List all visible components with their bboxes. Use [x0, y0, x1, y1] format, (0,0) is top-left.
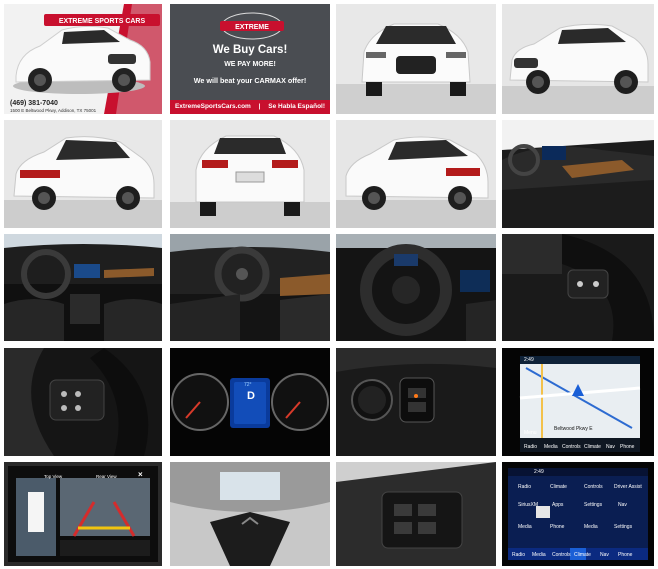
home-app-radio: Radio [518, 484, 532, 490]
home-app-media: Media [518, 524, 532, 530]
ad-separator: | [258, 103, 261, 110]
photo-thumb-6-rear[interactable] [170, 120, 330, 228]
dealer-phone: (469) 381-7040 [10, 100, 58, 107]
nav-menu: Menu [524, 430, 537, 436]
photo-thumb-17-backup-camera[interactable]: Top View Rear View × [4, 462, 162, 566]
overhead-console-image [336, 462, 496, 566]
home-app-phone: Phone [550, 524, 565, 530]
home-app-climate: Climate [550, 484, 567, 490]
photo-thumb-1-front-quarter-dealer[interactable]: EXTREME SPORTS CARS (469) 381-7040 1500 … [4, 4, 162, 114]
car-rear-quarter-image [4, 120, 162, 228]
camera-close-icon: × [138, 470, 143, 479]
home-app-apps: Apps [552, 502, 564, 508]
nav-tab-climate: Climate [584, 444, 601, 450]
home-tab-radio: Radio [512, 552, 526, 558]
headlight-switch-image [336, 348, 496, 456]
cluster-gear-indicator: D [247, 390, 255, 402]
photo-thumb-15-headlight-switch[interactable] [336, 348, 496, 456]
dealer-address: 1500 E Beltwood Pkwy, Addison, TX 75001 [10, 108, 97, 113]
dashboard-side-image [502, 120, 654, 228]
home-tab-nav: Nav [600, 552, 609, 558]
photo-thumb-7-rear-left[interactable] [336, 120, 496, 228]
nav-time: 2:49 [524, 357, 534, 363]
nav-tab-phone: Phone [620, 444, 635, 450]
car-rear-image [170, 120, 330, 228]
ad-logo-text: EXTREME [235, 24, 269, 31]
nav-street: Beltwood Pkwy E [554, 426, 593, 432]
photo-thumb-18-sunroof-headliner[interactable] [170, 462, 330, 566]
home-app-settings-2: Settings [614, 524, 633, 530]
photo-thumb-13-wheel-buttons[interactable] [4, 348, 162, 456]
home-tab-media: Media [532, 552, 546, 558]
car-front-left-image [502, 4, 654, 114]
ad-subline: WE PAY MORE! [224, 61, 276, 68]
ad-headline: We Buy Cars! [212, 44, 288, 56]
home-app-siriusxm: SiriusXM [518, 502, 539, 508]
photo-thumb-3-front[interactable] [336, 4, 496, 114]
dealer-logo: EXTREME SPORTS CARS [44, 14, 160, 26]
photo-thumb-8-dashboard-side[interactable] [502, 120, 654, 228]
home-tab-controls: Controls [552, 552, 571, 558]
home-tab-phone: Phone [618, 552, 633, 558]
car-front-image [336, 4, 496, 114]
photo-thumb-5-rear-quarter[interactable] [4, 120, 162, 228]
photo-thumb-20-infotainment-home[interactable]: 2:49 Radio Climate Controls Driver Assis… [502, 462, 654, 566]
home-app-controls: Controls [584, 484, 603, 490]
sunroof-image [170, 462, 330, 566]
nav-tab-radio: Radio [524, 444, 538, 450]
wheel-controls-image [502, 234, 654, 341]
nav-tab-controls: Controls [562, 444, 581, 450]
driver-cockpit-image [170, 234, 330, 341]
photo-thumb-14-instrument-cluster[interactable]: D 72° [170, 348, 330, 456]
infotainment-home-image [502, 462, 654, 566]
home-tab-climate: Climate [574, 552, 591, 558]
navigation-screen-image [502, 348, 654, 456]
photo-thumb-19-overhead-console[interactable] [336, 462, 496, 566]
instrument-cluster-image [170, 348, 330, 456]
photo-thumb-11-steering-wheel[interactable] [336, 234, 496, 341]
home-app-nav: Nav [618, 502, 627, 508]
nav-tab-media: Media [544, 444, 558, 450]
ad-spanish: Se Habla Español! [268, 103, 326, 110]
home-app-media-2: Media [584, 524, 598, 530]
ad-site: ExtremeSportsCars.com [174, 103, 251, 110]
home-time: 2:49 [534, 469, 544, 475]
photo-thumb-9-interior-dash[interactable] [4, 234, 162, 341]
photo-thumb-12-wheel-controls[interactable] [502, 234, 654, 341]
ad-logo: EXTREME [220, 12, 284, 40]
steering-wheel-image [336, 234, 496, 341]
home-app-settings: Settings [584, 502, 603, 508]
cluster-temp: 72° [244, 382, 252, 388]
camera-top-view-label: Top View [44, 474, 63, 479]
ad-offer: We will beat your CARMAX offer! [193, 76, 307, 85]
dealer-logo-text: EXTREME SPORTS CARS [59, 18, 146, 25]
photo-thumb-16-navigation-screen[interactable]: 2:49 Beltwood Pkwy E Menu Radio Media Co… [502, 348, 654, 456]
photo-thumb-2-we-buy-cars-ad[interactable]: EXTREME We Buy Cars! WE PAY MORE! We wil… [170, 4, 330, 114]
photo-thumb-10-steering-wheel-driver[interactable] [170, 234, 330, 341]
photo-thumb-4-front-left[interactable] [502, 4, 654, 114]
interior-dash-image [4, 234, 162, 341]
nav-tab-nav: Nav [606, 444, 615, 450]
home-app-driver-assist: Driver Assist [614, 484, 642, 490]
photo-gallery: EXTREME SPORTS CARS (469) 381-7040 1500 … [0, 0, 658, 569]
wheel-buttons-image [4, 348, 162, 456]
camera-rear-view-label: Rear View [96, 474, 117, 479]
car-rear-left-image [336, 120, 496, 228]
ad-footer-bar: ExtremeSportsCars.com | Se Habla Español… [170, 100, 330, 114]
